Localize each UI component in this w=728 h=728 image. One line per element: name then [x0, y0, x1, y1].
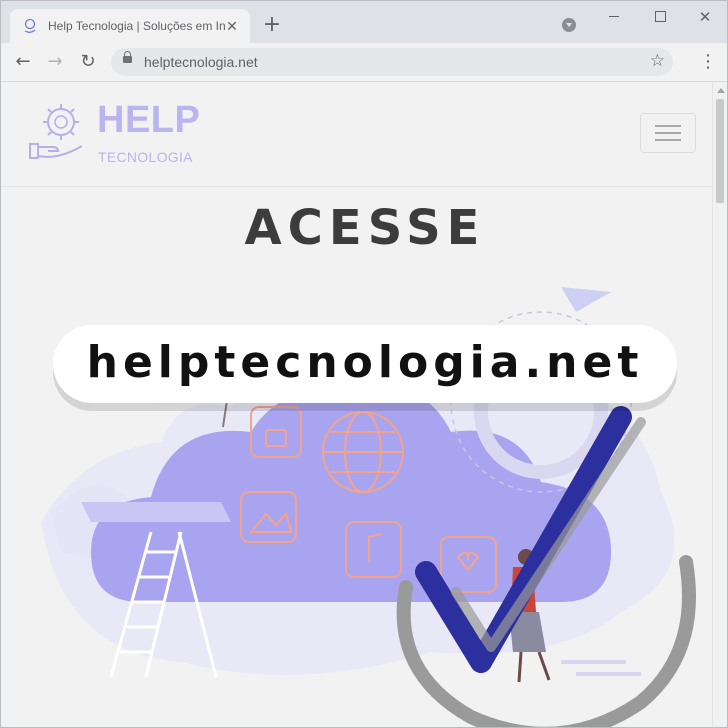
menu-bar: [655, 139, 681, 141]
new-tab-icon[interactable]: +: [261, 14, 283, 36]
page-viewport: HELP TECNOLOGIA ACESSE helptecnologia.ne…: [1, 82, 712, 727]
forward-arrow-icon[interactable]: →: [44, 51, 66, 73]
scroll-up-arrow-icon[interactable]: [717, 88, 725, 93]
brand-subtitle[interactable]: TECNOLOGIA: [98, 149, 193, 165]
site-header: HELP TECNOLOGIA: [1, 82, 712, 187]
hero-headline: ACESSE: [244, 200, 486, 256]
tab-close-icon[interactable]: ✕: [224, 18, 240, 34]
hamburger-menu-button[interactable]: [640, 113, 696, 153]
menu-bar: [655, 125, 681, 127]
tab-search-icon[interactable]: [562, 18, 576, 32]
browser-toolbar: ← → ↻ helptecnologia.net ☆ ⋮: [1, 43, 727, 82]
browser-menu-icon[interactable]: ⋮: [699, 52, 717, 72]
tab-strip: Help Tecnologia | Soluções em In ✕ + ✕: [1, 1, 727, 43]
hero-url-pill: helptecnologia.net: [53, 325, 677, 403]
hero-url-text: helptecnologia.net: [86, 337, 644, 388]
browser-window: Help Tecnologia | Soluções em In ✕ + ✕ ←…: [0, 0, 728, 728]
address-bar[interactable]: helptecnologia.net ☆: [111, 48, 673, 76]
minimize-icon[interactable]: [602, 7, 626, 27]
page-scrollbar[interactable]: [712, 82, 727, 727]
brain-gear-icon: [22, 18, 38, 34]
tab-title: Help Tecnologia | Soluções em In: [48, 19, 226, 33]
window-close-icon[interactable]: ✕: [693, 7, 717, 27]
menu-bar: [655, 132, 681, 134]
cloud-illustration: [41, 287, 696, 727]
lock-icon[interactable]: [123, 51, 132, 63]
maximize-icon[interactable]: [648, 7, 672, 27]
bookmark-star-icon[interactable]: ☆: [650, 51, 665, 71]
brain-hand-logo-icon[interactable]: [28, 100, 86, 164]
back-arrow-icon[interactable]: ←: [12, 51, 34, 73]
reload-icon[interactable]: ↻: [77, 51, 99, 73]
browser-tab[interactable]: Help Tecnologia | Soluções em In ✕: [10, 9, 250, 43]
scrollbar-thumb[interactable]: [716, 99, 724, 203]
brand-title[interactable]: HELP: [97, 99, 200, 142]
url-text[interactable]: helptecnologia.net: [144, 54, 258, 70]
